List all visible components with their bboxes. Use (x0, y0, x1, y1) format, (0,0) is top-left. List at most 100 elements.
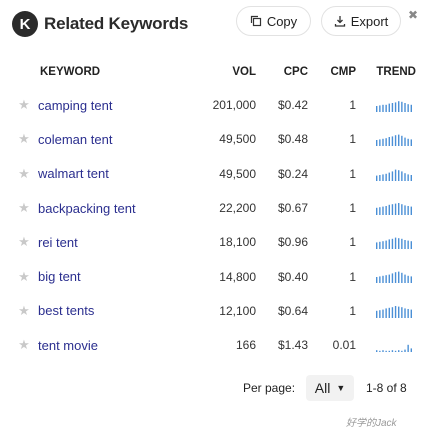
copy-button[interactable]: Copy (236, 6, 311, 36)
trend-sparkline (376, 134, 412, 147)
trend-bar (410, 309, 412, 318)
column-header-cmp[interactable]: CMP (308, 56, 356, 88)
trend-bar (398, 306, 400, 318)
per-page-select[interactable]: All ▼ (306, 375, 354, 401)
trend-bar (410, 139, 412, 147)
related-keywords-panel: K Related Keywords Copy Export ✖ KEYWORD… (0, 0, 430, 439)
cmp-cell: 1 (349, 235, 356, 250)
star-icon[interactable]: ★ (10, 328, 38, 362)
trend-bar (401, 350, 403, 353)
trend-bar (404, 240, 406, 250)
trend-bar (398, 238, 400, 250)
volume-cell: 166 (235, 338, 256, 353)
star-icon[interactable]: ★ (10, 191, 38, 225)
trend-bar (385, 205, 387, 215)
trend-bar (404, 205, 406, 215)
trend-cell (356, 294, 416, 328)
trend-bar (398, 202, 400, 215)
panel-title: Related Keywords (44, 14, 189, 33)
trend-bar (388, 103, 390, 112)
keyword-link[interactable]: tent movie (38, 328, 181, 362)
trend-bar (382, 309, 384, 318)
cpc-cell: $0.40 (277, 269, 308, 284)
trend-bar (376, 277, 378, 284)
keyword-link[interactable]: walmart tent (38, 157, 181, 191)
column-header-keyword[interactable]: KEYWORD (10, 56, 181, 88)
trend-bar (410, 276, 412, 284)
trend-bar (404, 275, 406, 284)
star-icon[interactable]: ★ (10, 88, 38, 122)
trend-bar (407, 308, 409, 318)
export-button-label: Export (350, 13, 389, 29)
trend-bar (385, 350, 387, 353)
export-button[interactable]: Export (321, 6, 401, 36)
trend-bar (401, 170, 403, 181)
cpc-cell: $0.96 (277, 235, 308, 250)
star-icon[interactable]: ★ (10, 225, 38, 259)
trend-bar (407, 139, 409, 147)
table-row: ★ camping tent 201,000 $0.42 1 (10, 88, 416, 122)
column-header-trend: TREND (376, 66, 416, 78)
trend-bar (385, 138, 387, 147)
trend-bar (398, 272, 400, 284)
trend-bar (379, 309, 381, 318)
trend-bar (391, 204, 394, 215)
column-header-vol[interactable]: VOL (181, 56, 256, 88)
chevron-down-icon: ▼ (336, 383, 346, 393)
download-icon (334, 16, 345, 27)
close-icon[interactable]: ✖ (408, 8, 418, 22)
trend-bar (401, 136, 403, 147)
trend-bar (376, 310, 378, 318)
trend-bar (391, 273, 394, 284)
trend-bar (391, 170, 394, 181)
trend-bar (401, 101, 403, 112)
trend-bar (398, 134, 400, 147)
keyword-link[interactable]: coleman tent (38, 122, 181, 156)
column-header-cpc[interactable]: CPC (256, 56, 308, 88)
trend-bar (401, 238, 403, 250)
star-icon[interactable]: ★ (10, 294, 38, 328)
trend-bar (398, 101, 400, 112)
star-icon[interactable]: ★ (10, 157, 38, 191)
cpc-cell: $0.48 (277, 132, 308, 147)
star-icon[interactable]: ★ (10, 259, 38, 293)
watermark: 好学的Jack (346, 418, 397, 429)
keyword-link[interactable]: camping tent (38, 88, 181, 122)
trend-bar (382, 139, 384, 147)
trend-bar (388, 204, 390, 215)
trend-bar (404, 172, 406, 181)
trend-bar (382, 241, 384, 250)
keywords-table: KEYWORD VOL CPC CMP TREND ★ camping tent 2… (10, 56, 416, 362)
trend-bar (385, 240, 387, 250)
table-row: ★ tent movie 166 $1.43 0.01 (10, 328, 416, 362)
trend-bar (376, 207, 378, 215)
keyword-link[interactable]: big tent (38, 259, 181, 293)
cmp-cell: 1 (349, 166, 356, 181)
trend-bar (410, 174, 412, 181)
trend-bar (391, 350, 394, 353)
keyword-link[interactable]: best tents (38, 294, 181, 328)
trend-sparkline (376, 344, 412, 353)
trend-bar (379, 105, 381, 112)
trend-sparkline (376, 169, 412, 181)
trend-bar (382, 350, 384, 353)
volume-cell: 49,500 (219, 132, 256, 147)
table-row: ★ big tent 14,800 $0.40 1 (10, 259, 416, 293)
trend-bar (379, 241, 381, 250)
trend-bar (376, 140, 378, 147)
trend-sparkline (376, 305, 412, 318)
cpc-cell: $0.42 (277, 98, 308, 113)
pagination-footer: Per page: All ▼ 1-8 of 8 (0, 373, 430, 403)
trend-cell (356, 259, 416, 293)
trend-sparkline (376, 202, 412, 215)
trend-cell (356, 122, 416, 156)
star-icon[interactable]: ★ (10, 122, 38, 156)
trend-bar (398, 169, 400, 181)
trend-bar (394, 272, 397, 284)
trend-bar (376, 350, 378, 353)
keyword-link[interactable]: backpacking tent (38, 191, 181, 225)
keyword-link[interactable]: rei tent (38, 225, 181, 259)
volume-cell: 49,500 (219, 166, 256, 181)
trend-sparkline (376, 272, 412, 284)
trend-bar (388, 172, 390, 181)
